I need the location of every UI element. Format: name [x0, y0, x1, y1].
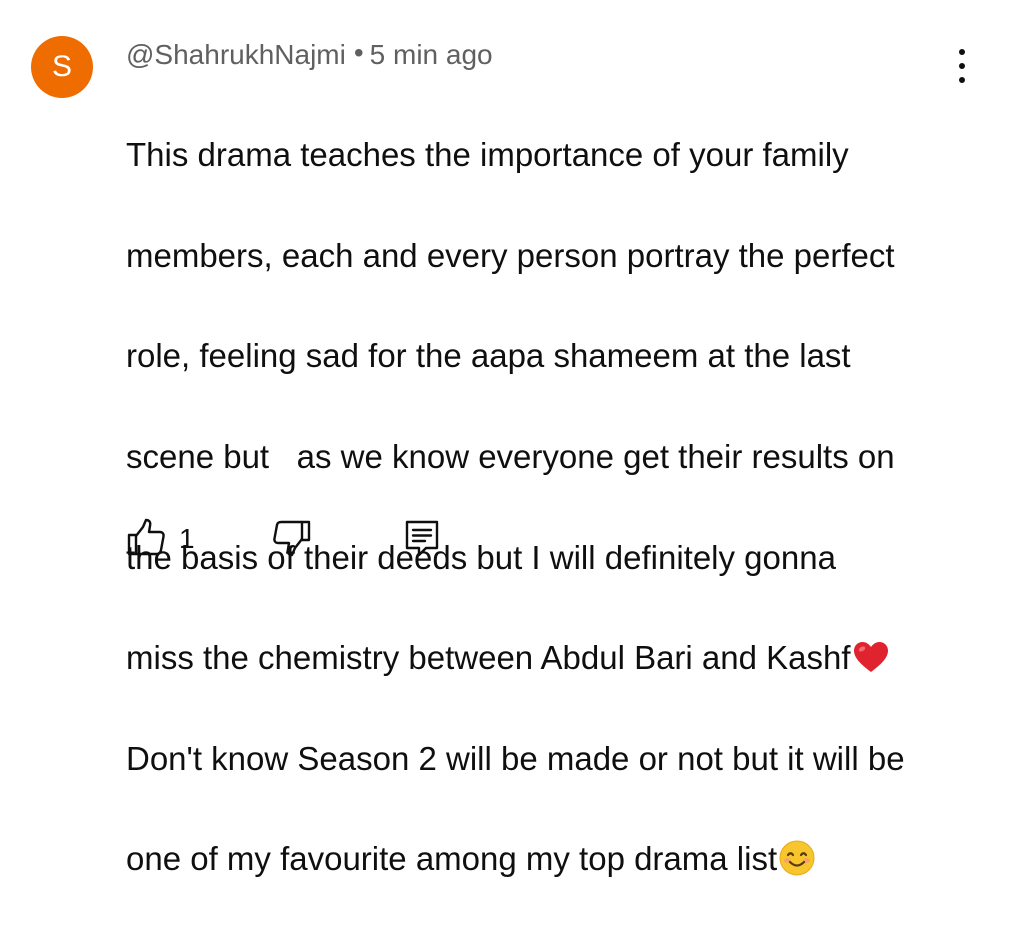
comment-line: This drama teaches the importance of you… — [126, 136, 849, 174]
comment-line: the basis of their deeds but I will defi… — [126, 538, 836, 576]
comment-line-text: one of my favourite among my top drama l… — [126, 840, 778, 878]
comment-line: Don't know Season 2 will be made or not … — [126, 739, 905, 777]
reply-comment-icon — [405, 520, 439, 557]
comment-text: This drama teaches the importance of you… — [126, 80, 976, 935]
comment-line: scene but as we know everyone get their … — [126, 438, 895, 476]
smiling-face-emoji-icon — [779, 840, 815, 876]
comment-meta: @ShahrukhNajmi • 5 min ago — [126, 37, 493, 72]
comment-line-text: miss the chemistry between Abdul Bari an… — [126, 639, 851, 677]
comment-line: one of my favourite among my top drama l… — [126, 834, 976, 884]
comment-line: members, each and every person portray t… — [126, 236, 895, 274]
more-dot — [959, 63, 965, 69]
dislike-button[interactable] — [272, 519, 312, 564]
comment-line: miss the chemistry between Abdul Bari an… — [126, 633, 976, 683]
thumbs-up-icon — [127, 518, 165, 556]
avatar-letter: S — [51, 50, 72, 83]
meta-separator: • — [353, 37, 364, 68]
comment-line: role, feeling sad for the aapa shameem a… — [126, 337, 851, 375]
like-button[interactable] — [126, 517, 166, 562]
author-handle[interactable]: @ShahrukhNajmi — [126, 39, 346, 70]
thumbs-down-icon — [273, 520, 311, 557]
comment-card: S @ShahrukhNajmi • 5 min ago This drama te… — [0, 0, 1024, 877]
reply-button[interactable] — [404, 519, 440, 564]
like-count: 1 — [179, 523, 195, 554]
heart-emoji-icon — [853, 637, 889, 673]
more-dot — [959, 49, 965, 55]
comment-timestamp[interactable]: 5 min ago — [370, 39, 493, 70]
avatar[interactable]: S — [31, 36, 93, 98]
